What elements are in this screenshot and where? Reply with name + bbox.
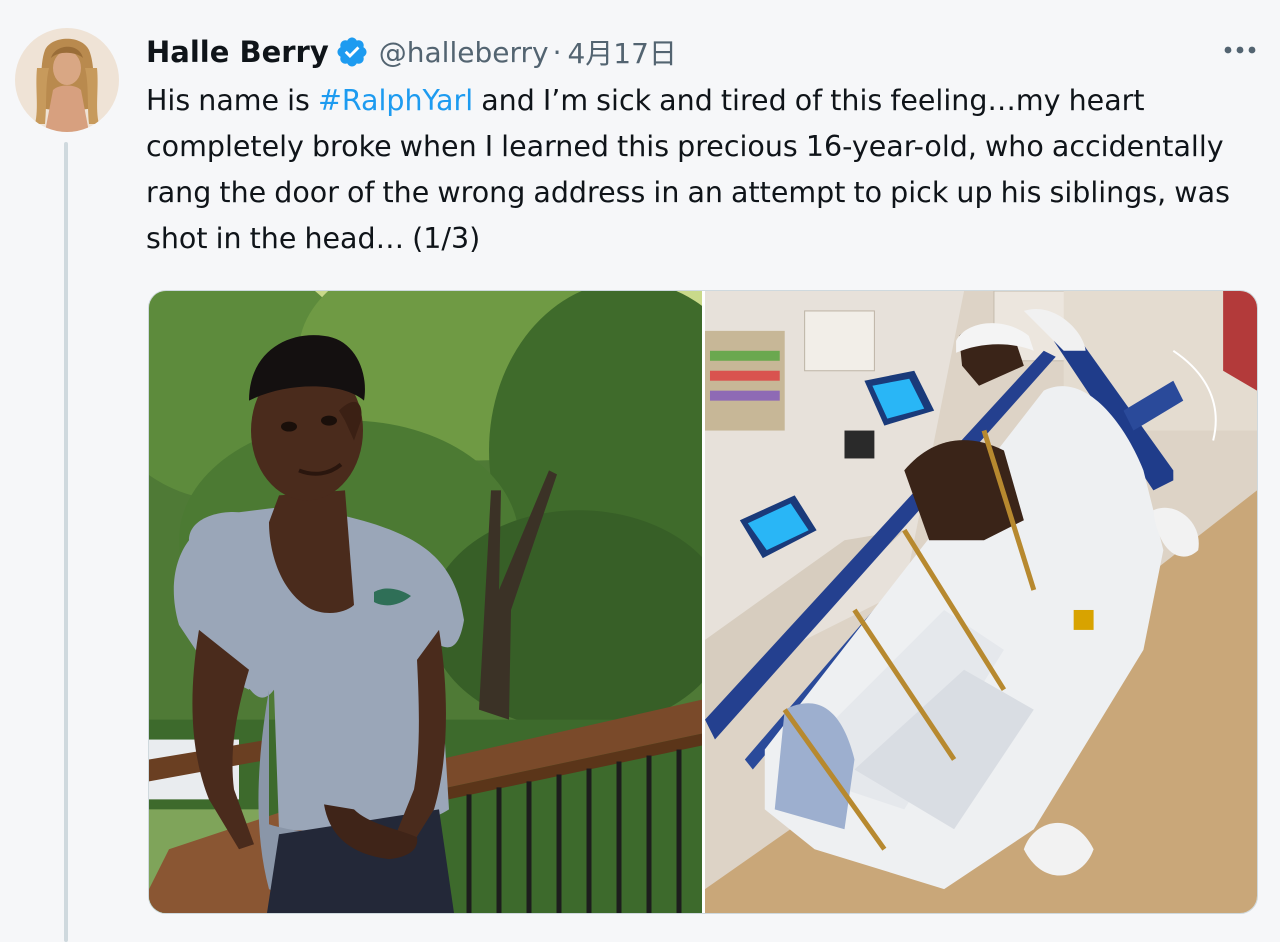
author-name[interactable]: Halle Berry: [146, 35, 329, 69]
verified-badge-icon: [335, 35, 369, 69]
thread-line: [64, 142, 68, 942]
author-handle[interactable]: @halleberry: [379, 36, 549, 69]
tweet-header: Halle Berry @halleberry · 4月17日: [146, 30, 677, 74]
avatar[interactable]: [15, 28, 119, 132]
photo-teen-on-deck[interactable]: [149, 291, 702, 913]
photo-hospital-bed[interactable]: [705, 291, 1257, 913]
more-options-icon[interactable]: [1218, 32, 1262, 68]
tweet-text-intro: His name is: [146, 84, 318, 117]
separator-dot: ·: [552, 35, 562, 69]
media-grid: [148, 290, 1258, 914]
tweet-date[interactable]: 4月17日: [567, 32, 676, 72]
tweet-text: His name is #RalphYarl and I’m sick and …: [146, 78, 1268, 262]
tweet[interactable]: Halle Berry @halleberry · 4月17日 His name…: [0, 0, 1280, 942]
hashtag-link[interactable]: #RalphYarl: [318, 84, 473, 117]
